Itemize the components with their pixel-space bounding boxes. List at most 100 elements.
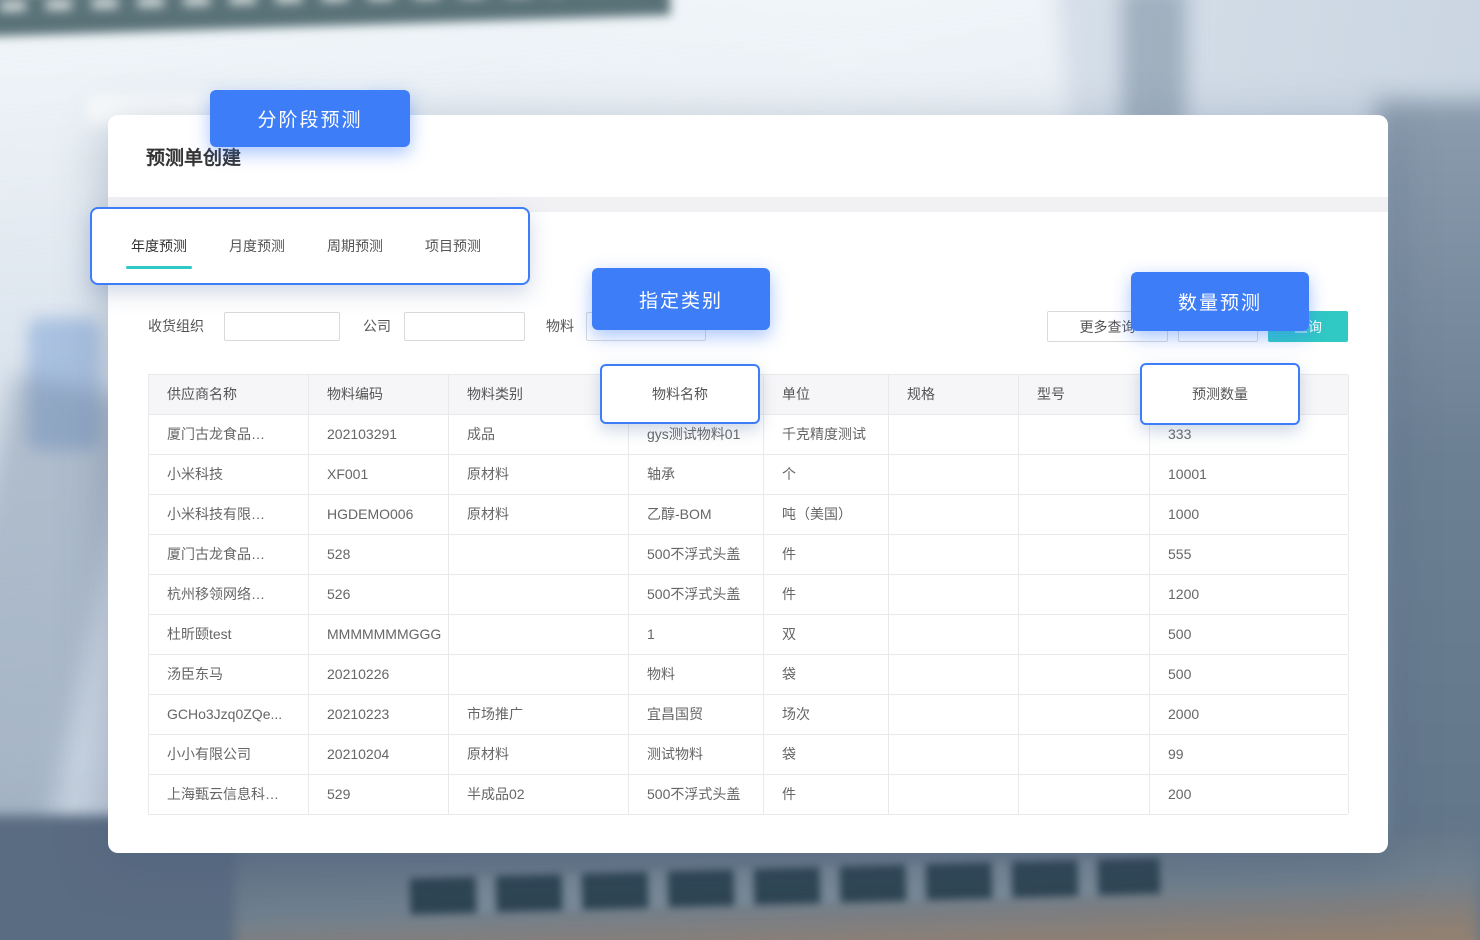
background-right-shade: [1375, 100, 1480, 940]
cell-code: XF001: [309, 455, 449, 494]
cell-unit: 件: [764, 775, 889, 814]
cell-spec: [889, 535, 1019, 574]
cell-unit: 件: [764, 535, 889, 574]
tab-period-forecast[interactable]: 周期预测: [324, 236, 386, 256]
tab-monthly-forecast[interactable]: 月度预测: [226, 236, 288, 256]
cell-qty: 555: [1150, 535, 1349, 574]
cell-spec: [889, 695, 1019, 734]
cell-model: [1019, 535, 1150, 574]
table-row[interactable]: 小米科技有限…HGDEMO006原材料乙醇-BOM吨（美国）1000: [148, 495, 1348, 535]
cell-spec: [889, 455, 1019, 494]
cell-spec: [889, 615, 1019, 654]
tab-project-forecast[interactable]: 项目预测: [422, 236, 484, 256]
cell-supplier: 杜昕颐test: [149, 615, 309, 654]
cell-model: [1019, 735, 1150, 774]
cell-qty: 200: [1150, 775, 1349, 814]
cell-category: 原材料: [449, 495, 629, 534]
cell-name: 500不浮式头盖: [629, 575, 764, 614]
cell-name: 乙醇-BOM: [629, 495, 764, 534]
tabs-highlight-box: 年度预测 月度预测 周期预测 项目预测: [90, 207, 530, 285]
receiving-org-input[interactable]: [224, 312, 340, 341]
cell-name: 物料: [629, 655, 764, 694]
cell-code: 20210226: [309, 655, 449, 694]
cell-name: 500不浮式头盖: [629, 535, 764, 574]
cell-qty: 500: [1150, 615, 1349, 654]
col-unit: 单位: [764, 375, 889, 414]
table-row[interactable]: 杭州移领网络…526 500不浮式头盖件 1200: [148, 575, 1348, 615]
cell-category: [449, 655, 629, 694]
forecast-qty-highlight-box: 预测数量: [1140, 363, 1300, 425]
cell-category: [449, 575, 629, 614]
cell-code: 526: [309, 575, 449, 614]
cell-qty: 10001: [1150, 455, 1349, 494]
cell-spec: [889, 495, 1019, 534]
cell-spec: [889, 655, 1019, 694]
cell-name: 1: [629, 615, 764, 654]
cell-supplier: 上海甄云信息科…: [149, 775, 309, 814]
cell-spec: [889, 575, 1019, 614]
cell-code: MMMMMMMGGG: [309, 615, 449, 654]
cell-spec: [889, 775, 1019, 814]
cell-supplier: 小米科技: [149, 455, 309, 494]
cell-supplier: 厦门古龙食品…: [149, 415, 309, 454]
cell-model: [1019, 695, 1150, 734]
cell-category: 原材料: [449, 735, 629, 774]
table-row[interactable]: GCHo3Jzq0ZQe...20210223市场推广宜昌国贸场次2000: [148, 695, 1348, 735]
page-title: 预测单创建: [146, 143, 241, 170]
cell-model: [1019, 495, 1150, 534]
cell-model: [1019, 415, 1150, 454]
cell-unit: 双: [764, 615, 889, 654]
cell-model: [1019, 455, 1150, 494]
cell-unit: 场次: [764, 695, 889, 734]
cell-code: 202103291: [309, 415, 449, 454]
cell-code: 528: [309, 535, 449, 574]
cell-category: 市场推广: [449, 695, 629, 734]
cell-category: 原材料: [449, 455, 629, 494]
cell-supplier: 汤臣东马: [149, 655, 309, 694]
cell-name: 500不浮式头盖: [629, 775, 764, 814]
background-keyboard: [410, 858, 1161, 915]
cell-qty: 1200: [1150, 575, 1349, 614]
col-model: 型号: [1019, 375, 1150, 414]
cell-code: HGDEMO006: [309, 495, 449, 534]
table-row[interactable]: 汤臣东马20210226 物料袋 500: [148, 655, 1348, 695]
col-spec: 规格: [889, 375, 1019, 414]
table-row[interactable]: 小米科技XF001原材料轴承个 10001: [148, 455, 1348, 495]
cell-unit: 个: [764, 455, 889, 494]
cell-qty: 2000: [1150, 695, 1349, 734]
background-menubar: [0, 0, 670, 37]
col-material-code: 物料编码: [309, 375, 449, 414]
tab-annual-forecast[interactable]: 年度预测: [128, 236, 190, 256]
table-row[interactable]: 上海甄云信息科…529半成品02500不浮式头盖件200: [148, 775, 1348, 815]
cell-supplier: 杭州移领网络…: [149, 575, 309, 614]
cell-supplier: 厦门古龙食品…: [149, 535, 309, 574]
specify-category-badge: 指定类别: [592, 268, 770, 330]
cell-unit: 吨（美国）: [764, 495, 889, 534]
phase-forecast-badge: 分阶段预测: [210, 90, 410, 147]
background-dark-band: [1122, 0, 1186, 128]
table-row[interactable]: 厦门古龙食品…528 500不浮式头盖件 555: [148, 535, 1348, 575]
cell-code: 20210204: [309, 735, 449, 774]
cell-model: [1019, 775, 1150, 814]
table-row[interactable]: 小小有限公司20210204原材料测试物料袋99: [148, 735, 1348, 775]
cell-qty: 1000: [1150, 495, 1349, 534]
table-row[interactable]: 杜昕颐testMMMMMMMGGG 1双 500: [148, 615, 1348, 655]
cell-unit: 件: [764, 575, 889, 614]
material-name-highlight-box: 物料名称: [600, 364, 760, 424]
cell-name: 宜昌国贸: [629, 695, 764, 734]
cell-unit: 袋: [764, 655, 889, 694]
cell-name: 轴承: [629, 455, 764, 494]
cell-unit: 袋: [764, 735, 889, 774]
forecast-table: 供应商名称 物料编码 物料类别 物料名称 单位 规格 型号 预测数量 厦门古龙食…: [148, 374, 1348, 815]
material-label: 物料: [546, 311, 574, 342]
company-input[interactable]: [404, 312, 525, 341]
cell-supplier: 小小有限公司: [149, 735, 309, 774]
cell-category: [449, 535, 629, 574]
cell-unit: 千克精度测试: [764, 415, 889, 454]
cell-category: [449, 615, 629, 654]
cell-spec: [889, 415, 1019, 454]
cell-qty: 500: [1150, 655, 1349, 694]
cell-model: [1019, 575, 1150, 614]
quantity-forecast-badge: 数量预测: [1131, 272, 1309, 331]
col-supplier-name: 供应商名称: [149, 375, 309, 414]
